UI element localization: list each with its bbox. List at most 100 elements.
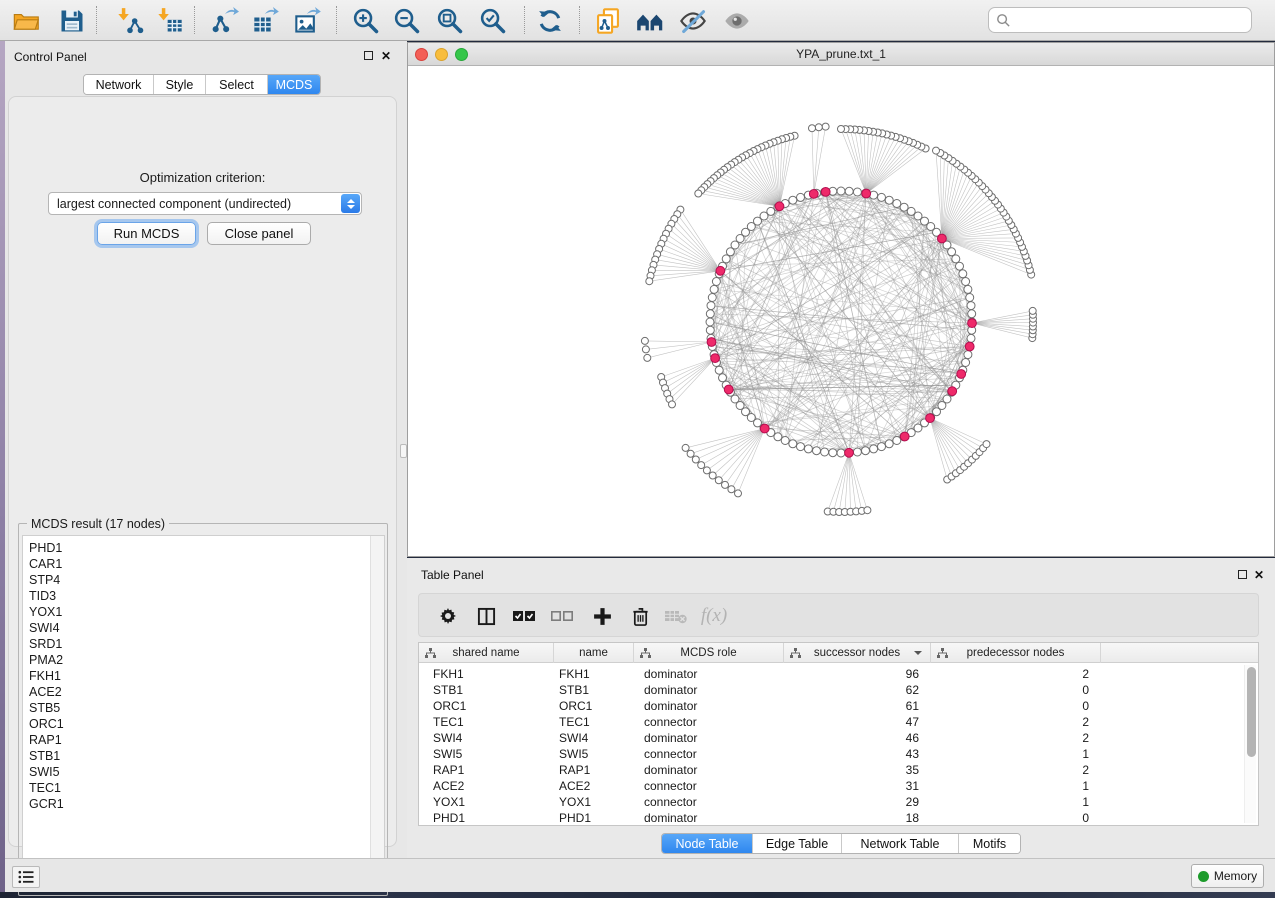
tab-network[interactable]: Network [84, 75, 154, 94]
list-item[interactable]: YOX1 [23, 604, 384, 620]
settings-gear-icon[interactable] [432, 601, 464, 631]
column-namespace-icon [790, 648, 801, 658]
hide-selected-icon[interactable] [677, 5, 709, 36]
column-header-mcds-role[interactable]: MCDS role [634, 643, 784, 663]
tab-network-table[interactable]: Network Table [842, 834, 959, 853]
column-header-shared-name[interactable]: shared name [419, 643, 554, 663]
select-all-icon[interactable] [508, 601, 540, 631]
table-row[interactable]: ACE2ACE2connector311 [419, 778, 1258, 794]
mcds-tab-content: Optimization criterion: largest connecte… [8, 96, 397, 847]
tab-style[interactable]: Style [154, 75, 206, 94]
zoom-out-icon[interactable] [391, 5, 423, 36]
network-window-titlebar[interactable]: YPA_prune.txt_1 [408, 43, 1274, 66]
table-toolbar: f(x) [418, 593, 1259, 637]
float-table-panel-icon[interactable] [1236, 569, 1248, 581]
maximize-window-icon[interactable] [455, 48, 468, 61]
table-scrollbar[interactable] [1244, 665, 1256, 823]
network-graph[interactable] [408, 66, 1274, 556]
export-table-icon[interactable] [250, 5, 282, 36]
show-all-icon[interactable] [721, 5, 753, 36]
list-item[interactable]: STP4 [23, 572, 384, 588]
list-item[interactable]: ACE2 [23, 684, 384, 700]
toolbar-separator [96, 6, 97, 34]
optimization-criterion-label: Optimization criterion: [9, 170, 396, 185]
column-namespace-icon [640, 648, 651, 658]
table-row[interactable]: TEC1TEC1connector472 [419, 714, 1258, 730]
table-row[interactable]: STB1STB1dominator620 [419, 682, 1258, 698]
tab-motifs[interactable]: Motifs [959, 834, 1020, 853]
column-header-name[interactable]: name [554, 643, 634, 663]
float-panel-icon[interactable] [362, 50, 374, 62]
list-item[interactable]: TEC1 [23, 780, 384, 796]
import-network-icon[interactable] [114, 5, 146, 36]
list-item[interactable]: PMA2 [23, 652, 384, 668]
add-column-icon[interactable] [586, 601, 618, 631]
list-item[interactable]: STB5 [23, 700, 384, 716]
list-item[interactable]: SWI5 [23, 764, 384, 780]
memory-button[interactable]: Memory [1191, 864, 1264, 888]
list-item[interactable]: ORC1 [23, 716, 384, 732]
sort-descending-icon [914, 651, 922, 655]
import-table-icon[interactable] [154, 5, 186, 36]
column-header-successor-nodes[interactable]: successor nodes [784, 643, 931, 663]
table-row[interactable]: PHD1PHD1dominator180 [419, 810, 1258, 826]
panel-splitter[interactable] [400, 41, 407, 858]
column-namespace-icon [425, 648, 436, 658]
toolbar-separator [524, 6, 525, 34]
table-scrollbar-thumb[interactable] [1247, 667, 1256, 757]
table-row[interactable]: YOX1YOX1connector291 [419, 794, 1258, 810]
tab-select[interactable]: Select [206, 75, 268, 94]
tab-edge-table[interactable]: Edge Table [753, 834, 842, 853]
tab-mcds[interactable]: MCDS [268, 75, 320, 94]
tab-node-table[interactable]: Node Table [662, 834, 753, 853]
list-item[interactable]: STB1 [23, 748, 384, 764]
list-item[interactable]: CAR1 [23, 556, 384, 572]
search-icon [996, 13, 1011, 28]
zoom-selected-icon[interactable] [477, 5, 509, 36]
status-bar: Memory [5, 858, 1275, 892]
export-image-icon[interactable] [292, 5, 324, 36]
run-mcds-button[interactable]: Run MCDS [97, 222, 196, 245]
table-panel: Table Panel ✕ f(x) shared name [407, 558, 1275, 858]
close-panel-button[interactable]: Close panel [207, 222, 311, 245]
first-neighbors-icon[interactable] [634, 5, 666, 36]
close-panel-icon[interactable]: ✕ [381, 50, 393, 62]
refresh-icon[interactable] [534, 5, 566, 36]
export-network-icon[interactable] [209, 5, 241, 36]
table-row[interactable]: SWI4SWI4dominator462 [419, 730, 1258, 746]
node-table-header: shared name name MCDS role successor nod… [419, 643, 1258, 663]
show-task-history-button[interactable] [12, 866, 40, 888]
list-item[interactable]: RAP1 [23, 732, 384, 748]
splitter-handle[interactable] [400, 444, 407, 458]
toolbar-separator [579, 6, 580, 34]
criterion-dropdown[interactable]: largest connected component (undirected) [48, 192, 362, 215]
save-session-icon[interactable] [56, 5, 88, 36]
list-item[interactable]: SWI4 [23, 620, 384, 636]
delete-column-icon[interactable] [624, 601, 656, 631]
toolbar-separator [194, 6, 195, 34]
list-item[interactable]: FKH1 [23, 668, 384, 684]
close-table-panel-icon[interactable]: ✕ [1254, 569, 1266, 581]
show-column-panel-icon[interactable] [470, 601, 502, 631]
minimize-window-icon[interactable] [435, 48, 448, 61]
table-row[interactable]: FKH1FKH1dominator962 [419, 666, 1258, 682]
close-window-icon[interactable] [415, 48, 428, 61]
list-item[interactable]: TID3 [23, 588, 384, 604]
open-session-icon[interactable] [10, 5, 42, 36]
list-item[interactable]: PHD1 [23, 540, 384, 556]
zoom-fit-icon[interactable] [434, 5, 466, 36]
table-row[interactable]: SWI5SWI5connector431 [419, 746, 1258, 762]
table-row[interactable]: ORC1ORC1dominator610 [419, 698, 1258, 714]
network-canvas[interactable] [408, 66, 1274, 556]
column-header-predecessor-nodes[interactable]: predecessor nodes [931, 643, 1101, 663]
copy-network-icon[interactable] [592, 5, 624, 36]
search-input[interactable] [988, 7, 1252, 33]
list-item[interactable]: GCR1 [23, 796, 384, 812]
list-item[interactable]: SRD1 [23, 636, 384, 652]
unselect-all-icon[interactable] [546, 601, 578, 631]
delete-table-disabled-icon [660, 601, 692, 631]
dropdown-stepper-icon [341, 194, 360, 213]
zoom-in-icon[interactable] [350, 5, 382, 36]
mcds-list-scrollbar[interactable] [370, 536, 384, 891]
table-row[interactable]: RAP1RAP1dominator352 [419, 762, 1258, 778]
